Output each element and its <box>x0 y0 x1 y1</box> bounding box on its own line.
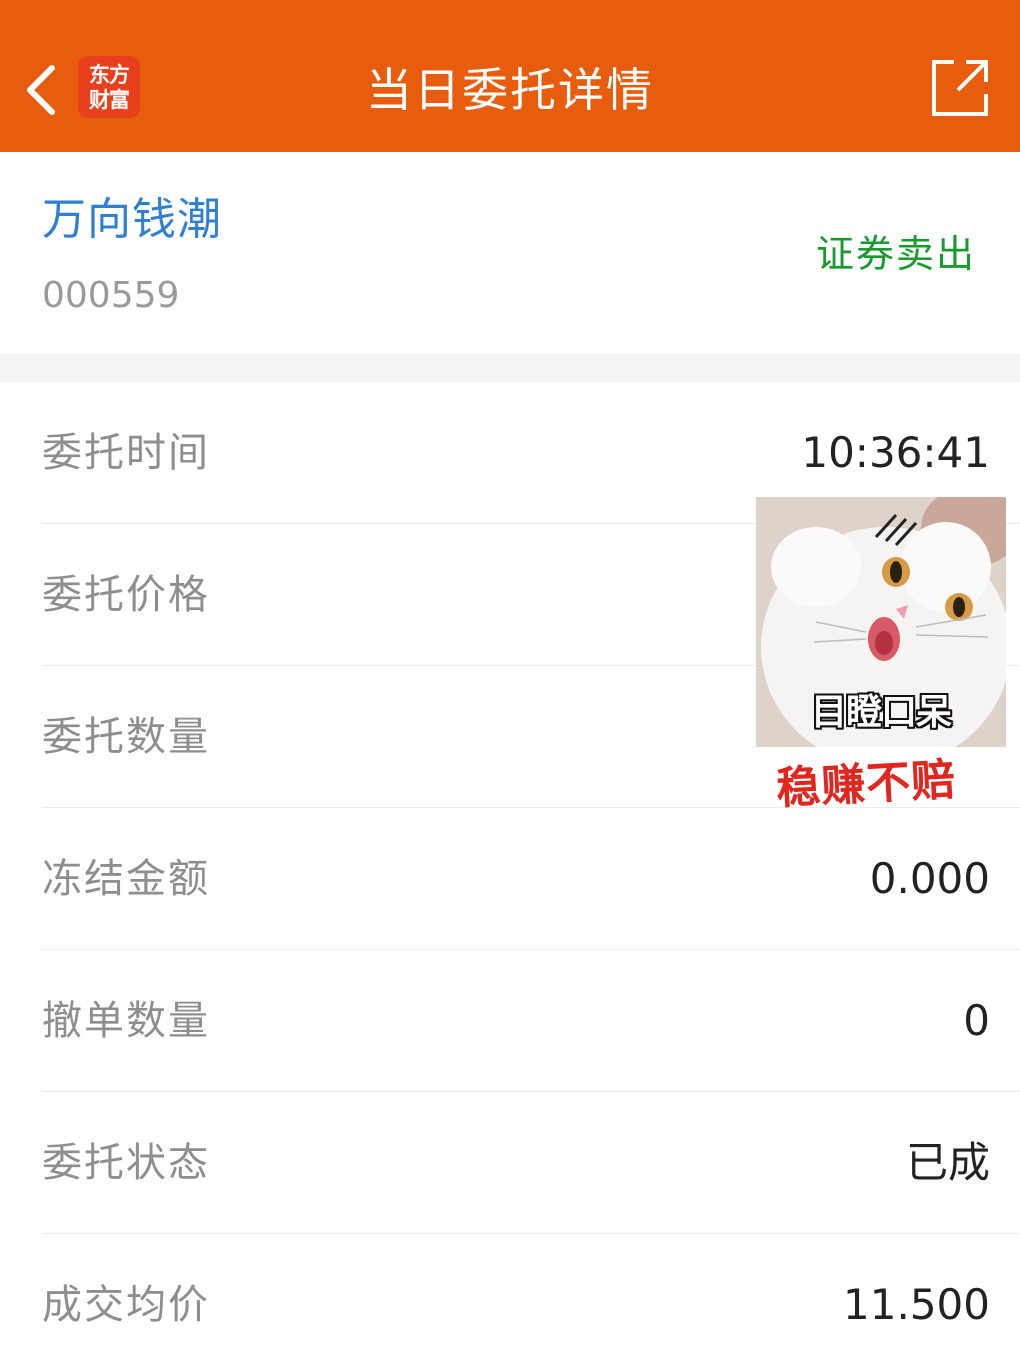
sticker-caption: 目瞪口呆 <box>810 692 952 733</box>
stock-code: 000559 <box>42 275 180 316</box>
detail-row-order-status: 委托状态 已成 <box>42 1092 1020 1234</box>
detail-row-cancel-quantity: 撤单数量 0 <box>42 950 1020 1092</box>
stock-name[interactable]: 万向钱潮 <box>42 192 222 248</box>
detail-label: 冻结金额 <box>42 856 210 902</box>
detail-row-average-price: 成交均价 11.500 <box>42 1234 1020 1368</box>
detail-label: 委托时间 <box>42 430 210 476</box>
page-title: 当日委托详情 <box>366 63 654 117</box>
detail-label: 撤单数量 <box>42 998 210 1044</box>
stock-info-section: 万向钱潮 000559 证券卖出 <box>0 152 1020 354</box>
trade-type-label: 证券卖出 <box>815 232 976 276</box>
cat-sticker: 目瞪口呆 <box>756 497 1006 747</box>
detail-value: 0.000 <box>869 854 990 903</box>
section-divider <box>0 354 1020 382</box>
detail-row-frozen-amount: 冻结金额 0.000 <box>42 808 1020 950</box>
detail-value: 11.500 <box>843 1280 990 1329</box>
top-nav-bar: 东方 财富 当日委托详情 <box>0 0 1020 152</box>
sticker-overlay-text: 稳赚不赔 <box>775 754 958 815</box>
detail-label: 成交均价 <box>42 1282 210 1328</box>
detail-label: 委托数量 <box>42 714 210 760</box>
detail-value: 10:36:41 <box>801 428 990 477</box>
detail-value: 0 <box>963 996 990 1045</box>
share-button[interactable] <box>930 58 990 118</box>
detail-label: 委托价格 <box>42 572 210 618</box>
order-detail-page: 东方 财富 当日委托详情 万向钱潮 000559 证券卖出 委托时间 10:36… <box>0 0 1020 1368</box>
detail-value: 已成 <box>905 1138 990 1187</box>
detail-label: 委托状态 <box>42 1140 210 1186</box>
share-icon <box>932 60 988 116</box>
